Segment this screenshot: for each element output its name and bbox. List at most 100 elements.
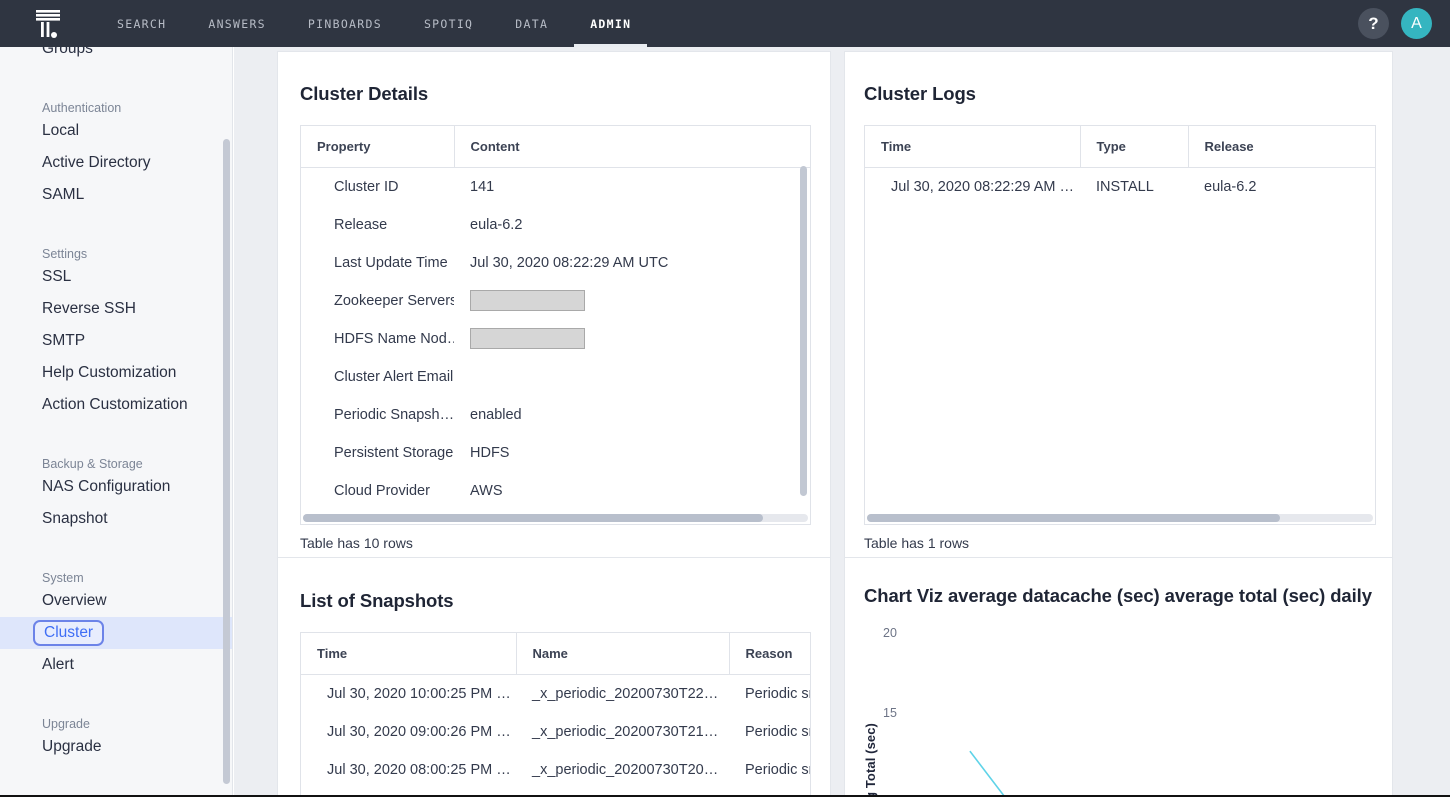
cell-content: Jul 30, 2020 08:22:29 AM UTC: [470, 254, 669, 271]
sidebar-item-saml[interactable]: SAML: [0, 179, 232, 211]
table-row[interactable]: Persistent Storage HDFS: [301, 434, 810, 472]
cell-content: enabled: [470, 406, 522, 423]
sidebar-item-local[interactable]: Local: [0, 115, 232, 147]
cell-reason: Periodic sn: [745, 761, 811, 778]
cell-content: AWS: [470, 482, 503, 499]
cell-content: 141: [470, 178, 495, 195]
cluster-logs-horizontal-scrollbar[interactable]: [867, 514, 1373, 522]
sidebar-item-action-customization[interactable]: Action Customization: [0, 389, 232, 421]
redacted-value: [470, 290, 585, 311]
table-row[interactable]: Periodic Snapsh… enabled: [301, 396, 810, 434]
cluster-details-card: Cluster Details Property Content Cluster…: [277, 51, 831, 604]
sidebar-item-reverse-ssh[interactable]: Reverse SSH: [0, 293, 232, 325]
table-row[interactable]: HDFS Name Nod…: [301, 320, 810, 358]
cell-time: Jul 30, 2020 08:00:25 PM …: [327, 761, 511, 778]
cluster-details-title: Cluster Details: [300, 83, 429, 104]
cell-reason: Periodic sn: [745, 685, 811, 702]
cell-content: [454, 320, 810, 358]
column-header-time[interactable]: Time: [301, 633, 517, 675]
sidebar-item-ssl[interactable]: SSL: [0, 261, 232, 293]
cell-property: Zookeeper Servers: [334, 292, 454, 309]
cell-property: HDFS Name Nod…: [334, 330, 454, 347]
sidebar-item-upgrade[interactable]: Upgrade: [0, 731, 232, 763]
sidebar-item-active-directory[interactable]: Active Directory: [0, 147, 232, 179]
column-header-name[interactable]: Name: [516, 633, 730, 675]
chart-plot-area[interactable]: Avg Total (sec) 20 15: [845, 613, 1394, 795]
nav-tab-data[interactable]: DATA: [494, 0, 569, 47]
sidebar-item-groups[interactable]: Groups: [0, 47, 232, 65]
cluster-details-vertical-scrollbar[interactable]: [800, 166, 807, 496]
cell-property: Periodic Snapsh…: [334, 406, 454, 423]
sidebar-heading-backup-storage: Backup & Storage: [42, 457, 143, 471]
sidebar-item-cluster[interactable]: Cluster: [0, 617, 232, 649]
nav-tab-answers[interactable]: ANSWERS: [187, 0, 287, 47]
chart-series-line: [969, 750, 1005, 795]
cell-property: Persistent Storage: [334, 444, 454, 461]
nav-tab-spotiq[interactable]: SPOTIQ: [403, 0, 494, 47]
table-row[interactable]: Last Update Time Jul 30, 2020 08:22:29 AM…: [301, 244, 810, 282]
cluster-logs-title: Cluster Logs: [864, 83, 976, 104]
column-header-property[interactable]: Property: [301, 126, 455, 168]
top-navigation-bar: SEARCH ANSWERS PINBOARDS SPOTIQ DATA ADM…: [0, 0, 1450, 47]
help-icon[interactable]: ?: [1358, 8, 1389, 39]
cell-type: INSTALL: [1096, 178, 1154, 195]
sidebar-item-smtp[interactable]: SMTP: [0, 325, 232, 357]
table-row[interactable]: Jul 30, 2020 09:00:26 PM … _x_periodic_20…: [301, 713, 810, 751]
sidebar-scrollbar[interactable]: [223, 139, 230, 784]
sidebar-item-snapshot[interactable]: Snapshot: [0, 503, 232, 535]
table-row[interactable]: Cluster ID 141: [301, 168, 810, 206]
cell-time: Jul 30, 2020 08:22:29 AM …: [891, 178, 1074, 195]
chart-line-series: [969, 750, 1005, 795]
main-nav-links: SEARCH ANSWERS PINBOARDS SPOTIQ DATA ADM…: [96, 0, 652, 47]
cell-property: Cloud Provider: [334, 482, 430, 499]
cell-name: _x_periodic_20200730T20…: [532, 761, 719, 778]
cell-content: HDFS: [470, 444, 510, 461]
column-header-type[interactable]: Type: [1080, 126, 1189, 168]
app-viewport: SEARCH ANSWERS PINBOARDS SPOTIQ DATA ADM…: [0, 0, 1450, 797]
column-header-release[interactable]: Release: [1188, 126, 1375, 168]
admin-sidebar[interactable]: Groups Authentication Local Active Direc…: [0, 47, 233, 795]
snapshots-title: List of Snapshots: [300, 590, 454, 611]
column-header-reason[interactable]: Reason: [729, 633, 810, 675]
sidebar-heading-authentication: Authentication: [42, 101, 122, 115]
sidebar-heading-system: System: [42, 571, 84, 585]
sidebar-item-help-customization[interactable]: Help Customization: [0, 357, 232, 389]
cluster-logs-row-count: Table has 1 rows: [864, 535, 970, 551]
sidebar-item-cluster-label: Cluster: [33, 620, 105, 646]
avatar[interactable]: A: [1401, 8, 1432, 39]
table-row[interactable]: Jul 30, 2020 10:00:25 PM … _x_periodic_20…: [301, 675, 811, 713]
chart-card: Chart Viz average datacache (sec) averag…: [844, 557, 1393, 795]
thoughtspot-logo[interactable]: [0, 0, 96, 47]
cluster-details-table[interactable]: Property Content Cluster ID 141 Release eul…: [300, 125, 811, 525]
column-header-content[interactable]: Content: [454, 126, 810, 168]
cell-name: _x_periodic_20200730T22…: [532, 685, 719, 702]
sidebar-item-nas-configuration[interactable]: NAS Configuration: [0, 471, 232, 503]
thoughtspot-logo-icon: [36, 9, 60, 38]
nav-tab-admin[interactable]: ADMIN: [569, 0, 652, 47]
table-row[interactable]: Jul 30, 2020 08:22:29 AM … INSTALL eula-6.…: [865, 168, 1375, 206]
cell-property: Last Update Time: [334, 254, 448, 271]
cell-time: Jul 30, 2020 09:00:26 PM …: [327, 723, 511, 740]
column-header-time[interactable]: Time: [865, 126, 1081, 168]
nav-tab-search[interactable]: SEARCH: [96, 0, 187, 47]
cell-content: [454, 358, 810, 396]
sidebar-item-overview[interactable]: Overview: [0, 585, 232, 617]
cluster-details-row-count: Table has 10 rows: [300, 535, 413, 551]
nav-tab-pinboards[interactable]: PINBOARDS: [287, 0, 403, 47]
table-row[interactable]: Zookeeper Servers: [301, 282, 810, 320]
table-row[interactable]: Cluster Alert Email: [301, 358, 810, 396]
cluster-logs-card: Cluster Logs Time Type Release Jul 30, 2…: [844, 51, 1393, 604]
cell-release: eula-6.2: [1204, 178, 1257, 195]
cell-property: Cluster Alert Email: [334, 368, 454, 385]
cluster-details-horizontal-scrollbar[interactable]: [303, 514, 808, 522]
table-header-row: Time Name Reason: [301, 633, 810, 675]
table-row[interactable]: Release eula-6.2: [301, 206, 810, 244]
sidebar-item-alert[interactable]: Alert: [0, 649, 232, 681]
nav-right-actions: ? A: [1358, 0, 1432, 47]
table-row[interactable]: Jul 30, 2020 08:00:25 PM … _x_periodic_20…: [301, 751, 811, 789]
sidebar-heading-upgrade: Upgrade: [42, 717, 90, 731]
sidebar-heading-settings: Settings: [42, 247, 88, 261]
table-row[interactable]: Cloud Provider AWS: [301, 472, 810, 510]
cluster-logs-table[interactable]: Time Type Release Jul 30, 2020 08:22:29 …: [864, 125, 1376, 525]
snapshots-table[interactable]: Time Name Reason Jul 30, 2020 10:00:25 P…: [300, 632, 811, 795]
